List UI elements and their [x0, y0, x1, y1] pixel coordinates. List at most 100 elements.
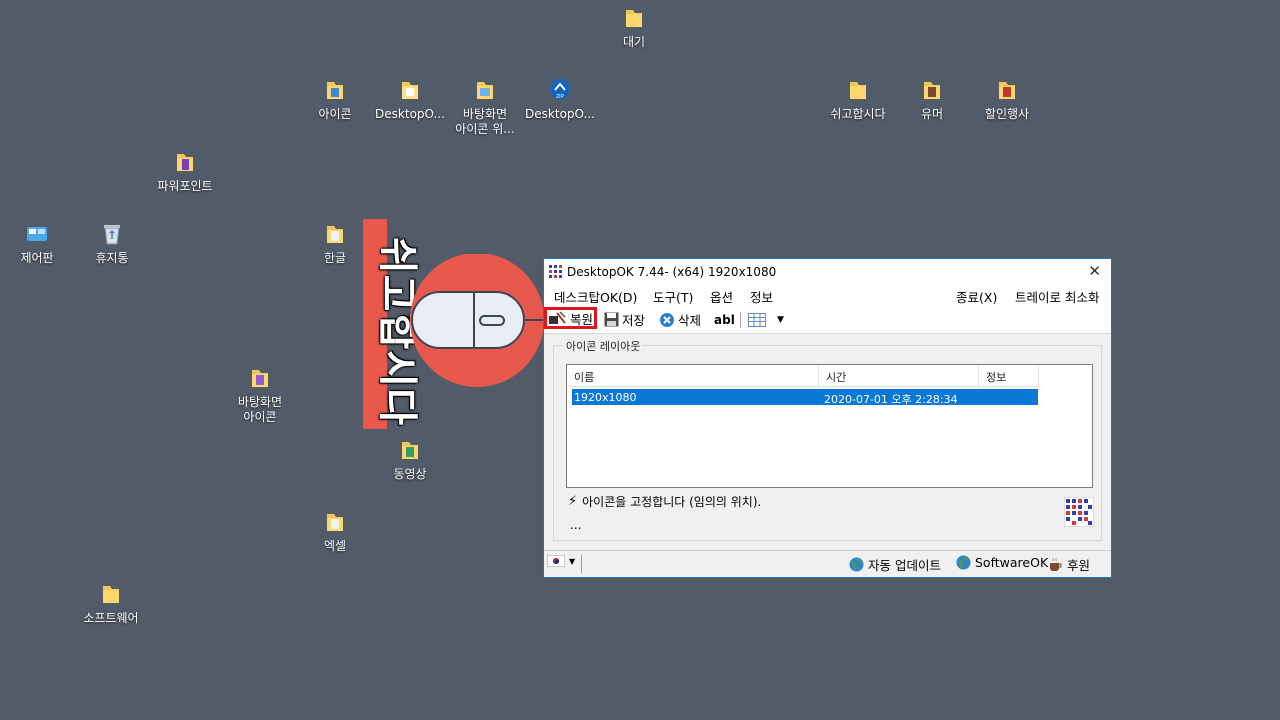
desktop-icon-software[interactable]: 소프트웨어	[71, 582, 151, 626]
layout-list[interactable]: 이름 시간 정보 1920x1080 2020-07-01 오후 2:28:34	[566, 364, 1093, 488]
desktop-icon-powerpoint[interactable]: 파워포인트	[145, 150, 225, 194]
menu-exit[interactable]: 종료(X)	[956, 287, 997, 306]
icon-label: DesktopO...	[375, 107, 445, 121]
donate-link[interactable]: 후원	[1048, 555, 1090, 574]
desktop-icon-wallpaper-icons-2[interactable]: 바탕화면 아이콘	[220, 366, 300, 425]
icon-label: 제어판	[20, 251, 54, 265]
control-panel-icon	[27, 227, 47, 241]
title-bar[interactable]: DesktopOK 7.44- (x64) 1920x1080 ✕	[544, 259, 1111, 284]
folder-icon	[103, 586, 119, 603]
folder-icon	[327, 82, 343, 99]
menu-tray-minimize[interactable]: 트레이로 최소화	[1015, 287, 1099, 306]
abl-label: abl	[714, 312, 735, 327]
icon-label: 엑셀	[323, 539, 347, 553]
desktop-icon-excel[interactable]: 엑셀	[295, 510, 375, 554]
coffee-icon	[1050, 558, 1062, 571]
menu-desktopok[interactable]: 데스크탑OK(D)	[554, 287, 637, 306]
restore-button[interactable]: 복원	[544, 307, 597, 329]
folder-icon	[327, 226, 343, 243]
save-label: 저장	[622, 313, 646, 328]
toolbar-separator	[740, 312, 741, 328]
column-header-name[interactable]: 이름	[567, 365, 819, 387]
softwareok-link[interactable]: SoftwareOK	[956, 555, 1048, 570]
icon-label: 한글	[323, 251, 347, 265]
delete-icon	[660, 312, 674, 327]
column-header-time[interactable]: 시간	[819, 365, 979, 387]
layout-dropdown-button[interactable]: ▼	[748, 310, 784, 329]
row-time-cell: 2020-07-01 오후 2:28:34	[824, 393, 958, 406]
icon-label: 바탕화면 아이콘	[237, 395, 283, 424]
status-bar: ▼ 자동 업데이트 SoftwareOK 후원	[544, 550, 1111, 577]
restore-label: 복원	[570, 311, 594, 327]
folder-icon	[924, 82, 940, 99]
delete-button[interactable]: 삭제	[659, 310, 701, 329]
icon-label: 쉬고합시다	[830, 107, 886, 121]
lock-icons-option[interactable]: ⚡ 아이콘을 고정합니다 (임의의 위치).	[568, 493, 761, 510]
lightning-icon: ⚡	[568, 494, 578, 509]
desktop-icon-video[interactable]: 동영상	[370, 438, 450, 482]
korea-flag-icon	[547, 555, 565, 567]
status-separator	[581, 555, 582, 573]
more-indicator: ...	[570, 518, 582, 532]
folder-icon	[850, 82, 866, 99]
globe-icon	[956, 555, 971, 570]
mouse-icon	[410, 254, 544, 387]
menu-info[interactable]: 정보	[750, 287, 773, 306]
folder-icon	[402, 82, 418, 99]
folder-icon	[402, 442, 418, 459]
desktop-icon-icons[interactable]: 아이콘	[295, 78, 375, 122]
zip-icon: ZIP	[550, 79, 570, 100]
desktop-icon-desktopok-zip[interactable]: ZIP DesktopO...	[520, 78, 600, 122]
icon-label: 유머	[920, 107, 944, 121]
desktopok-app-icon	[548, 264, 563, 279]
close-button[interactable]: ✕	[1088, 262, 1101, 280]
delete-label: 삭제	[678, 313, 702, 328]
icon-label: 할인행사	[984, 107, 1030, 121]
icon-label: 소프트웨어	[83, 611, 139, 625]
donate-label: 후원	[1067, 558, 1091, 573]
folder-icon	[327, 514, 343, 531]
menu-options[interactable]: 옵션	[710, 287, 733, 306]
recycle-bin-icon	[104, 225, 120, 245]
auto-update-link[interactable]: 자동 업데이트	[849, 555, 941, 574]
softwareok-label: SoftwareOK	[975, 555, 1049, 570]
folder-icon	[177, 154, 193, 171]
icon-label: 동영상	[393, 467, 427, 481]
icon-label: 파워포인트	[157, 179, 213, 193]
svg-text:ZIP: ZIP	[556, 94, 564, 100]
floppy-icon	[604, 312, 619, 327]
folder-icon	[626, 10, 642, 27]
folder-icon	[477, 82, 493, 99]
restore-icon	[549, 311, 566, 324]
lock-icons-label: 아이콘을 고정합니다 (임의의 위치).	[582, 495, 762, 509]
toolbar: 복원 저장 삭제 abl ▼	[544, 306, 1111, 334]
folder-icon	[252, 370, 268, 387]
menu-bar: 데스크탑OK(D) 도구(T) 옵션 정보 종료(X) 트레이로 최소화	[544, 284, 1111, 306]
desktop-icon-desktopok-folder[interactable]: DesktopO...	[370, 78, 450, 122]
icon-label: 바탕화면 아이콘 위...	[455, 107, 515, 136]
chevron-down-icon: ▼	[777, 314, 784, 325]
column-header-info[interactable]: 정보	[979, 365, 1039, 387]
icon-label: 대기	[622, 35, 646, 49]
icon-label: 휴지통	[95, 251, 129, 265]
desktop-icon-control-panel[interactable]: 제어판	[0, 222, 77, 266]
abl-button[interactable]: abl	[714, 310, 735, 329]
icon-layout-group: 아이콘 레이아웃 이름 시간 정보 1920x1080 2020-07-01 오…	[553, 338, 1102, 541]
language-selector[interactable]: ▼	[547, 555, 575, 567]
desktop-icon-daegi[interactable]: 대기	[594, 6, 674, 50]
menu-tools[interactable]: 도구(T)	[653, 287, 693, 306]
chevron-down-icon: ▼	[569, 556, 576, 566]
desktop-icon-humor[interactable]: 유머	[892, 78, 972, 122]
desktopok-logo-icon	[1064, 497, 1094, 527]
desktop-icon-easy[interactable]: 쉬고합시다	[818, 78, 898, 122]
table-row[interactable]: 1920x1080 2020-07-01 오후 2:28:34	[572, 389, 1038, 406]
desktop-icon-wallpaper-icons[interactable]: 바탕화면 아이콘 위...	[445, 78, 525, 137]
window-title: DesktopOK 7.44- (x64) 1920x1080	[567, 265, 777, 279]
row-name-cell: 1920x1080	[574, 391, 637, 404]
desktop-icon-sale[interactable]: 할인행사	[967, 78, 1047, 122]
desktopok-window: DesktopOK 7.44- (x64) 1920x1080 ✕ 데스크탑OK…	[543, 258, 1112, 578]
icon-label: 아이콘	[318, 107, 352, 121]
group-label: 아이콘 레이아웃	[564, 338, 643, 354]
save-button[interactable]: 저장	[604, 310, 645, 329]
desktop-icon-recycle-bin[interactable]: 휴지통	[72, 222, 152, 266]
